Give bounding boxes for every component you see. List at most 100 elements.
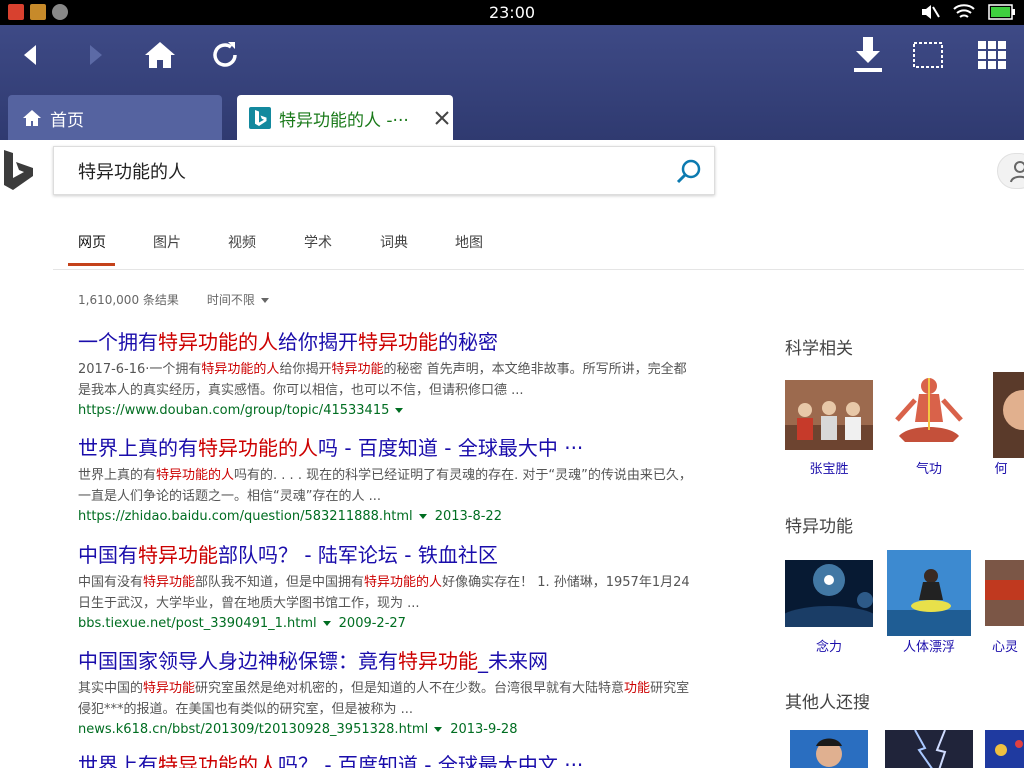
scope-tabs: 网页 图片 视频 学术 词典 地图 xyxy=(53,228,1024,270)
home-button[interactable] xyxy=(140,35,180,75)
result-title-text: 给你揭开 xyxy=(278,330,358,354)
menu-grid-button[interactable] xyxy=(972,35,1012,75)
results-meta: 1,610,000 条结果 时间不限 xyxy=(78,291,269,308)
back-button[interactable] xyxy=(10,35,50,75)
refresh-icon xyxy=(213,42,237,67)
result-title-text: 特异功能 xyxy=(138,543,218,567)
result-title-link[interactable]: 中国国家领导人身边神秘保镖：竟有特异功能_未来网 xyxy=(78,648,698,674)
result-title-text: 特异功能的人 xyxy=(158,753,278,768)
search-result: 世界上真的有特异功能的人吗 - 百度知道 - 全球最大中 ··· 世界上真的有特异… xyxy=(78,435,698,524)
forward-button[interactable] xyxy=(76,35,116,75)
search-icon[interactable] xyxy=(674,157,704,187)
result-date: 2009-2-27 xyxy=(338,616,406,631)
result-url[interactable]: https://zhidao.baidu.com/question/583211… xyxy=(78,509,698,524)
blue-banner-image xyxy=(985,730,1024,768)
result-snippet-text: 世界上真的有 xyxy=(78,468,157,483)
thumbnail-related-1[interactable] xyxy=(790,730,868,768)
result-title-link[interactable]: 一个拥有特异功能的人给你揭开特异功能的秘密 xyxy=(78,329,698,355)
result-url[interactable]: bbs.tiexue.net/post_3390491_1.html 2009-2… xyxy=(78,616,698,631)
result-snippet-text: 特异功能 xyxy=(143,681,196,696)
browser-toolbar: 首页 特异功能的人 -··· xyxy=(0,25,1024,141)
result-snippet-text: 特异功能 xyxy=(331,362,384,377)
search-input[interactable] xyxy=(78,157,658,185)
scope-videos[interactable]: 视频 xyxy=(228,232,256,252)
portrait-photo xyxy=(790,730,868,768)
mute-icon xyxy=(922,5,940,19)
thumbnail-related-3[interactable] xyxy=(985,730,1024,768)
chevron-down-icon[interactable] xyxy=(322,621,331,626)
result-title-text: 特异功能的人 xyxy=(198,436,318,460)
sidebar-item-label[interactable]: 念力 xyxy=(785,636,873,655)
thumbnail-telepathy[interactable] xyxy=(985,560,1024,626)
result-snippet-text: 功能 xyxy=(624,681,651,696)
result-title-text: 一个拥有 xyxy=(78,330,158,354)
scope-web[interactable]: 网页 xyxy=(78,232,106,252)
search-result: 中国有特异功能部队吗？ - 陆军论坛 - 铁血社区中国有没有特异功能部队我不知道… xyxy=(78,542,698,631)
result-url-text: https://www.douban.com/group/topic/41533… xyxy=(78,403,390,418)
search-result: 中国国家领导人身边神秘保镖：竟有特异功能_未来网 其实中国的特异功能研究室虽然是绝… xyxy=(78,648,698,737)
avatar[interactable] xyxy=(997,153,1024,189)
grid-icon xyxy=(978,41,1006,69)
fullscreen-button[interactable] xyxy=(908,35,948,75)
result-title-link[interactable]: 世界上真的有特异功能的人吗 - 百度知道 - 全球最大中 ··· xyxy=(78,435,698,461)
sidebar-item-label[interactable]: 何 xyxy=(971,458,1024,477)
scope-academic[interactable]: 学术 xyxy=(304,232,332,252)
sidebar-item-label[interactable]: 心灵 xyxy=(975,636,1024,655)
time-filter[interactable]: 时间不限 xyxy=(207,291,269,308)
download-button[interactable] xyxy=(848,35,888,75)
result-date: 2013-9-28 xyxy=(450,722,518,737)
result-url[interactable]: https://www.douban.com/group/topic/41533… xyxy=(78,403,698,418)
result-url-text: news.k618.cn/bbst/201309/t20130928_39513… xyxy=(78,722,429,737)
result-snippet: 2017-6-16·一个拥有特异功能的人给你揭开特异功能的秘密 首先声明，本文绝… xyxy=(78,359,698,401)
sidebar-item-label[interactable]: 气功 xyxy=(885,458,973,477)
close-icon[interactable] xyxy=(435,111,449,125)
chevron-down-icon[interactable] xyxy=(395,408,404,413)
thumbnail-levitation[interactable] xyxy=(887,550,971,636)
scope-images[interactable]: 图片 xyxy=(153,232,181,252)
people-photo xyxy=(785,380,873,450)
status-bar: 23:00 xyxy=(0,0,1024,25)
result-snippet-text: 2017-6-16·一个拥有 xyxy=(78,362,202,377)
chevron-down-icon[interactable] xyxy=(418,514,427,519)
thumbnail-telekinesis[interactable] xyxy=(785,560,873,627)
result-title-link[interactable]: 中国有特异功能部队吗？ - 陆军论坛 - 铁血社区 xyxy=(78,542,698,568)
refresh-button[interactable] xyxy=(205,35,245,75)
result-title-text: 部队吗？ - 陆军论坛 - 铁血社区 xyxy=(218,543,498,567)
download-icon xyxy=(854,37,882,72)
sidebar-item-label[interactable]: 人体漂浮 xyxy=(885,636,973,655)
result-snippet: 世界上真的有特异功能的人吗有的. . . . 现在的科学已经证明了有灵魂的存在.… xyxy=(78,465,698,507)
bing-icon xyxy=(249,107,271,129)
bing-logo-icon[interactable] xyxy=(4,150,36,190)
scope-dictionary[interactable]: 词典 xyxy=(380,232,408,252)
result-snippet-text: 特异功能的人 xyxy=(156,468,235,483)
result-url[interactable]: news.k618.cn/bbst/201309/t20130928_39513… xyxy=(78,722,698,737)
thumbnail-qigong[interactable] xyxy=(885,370,973,458)
chevron-down-icon[interactable] xyxy=(434,727,443,732)
result-snippet-text: 其实中国的 xyxy=(78,681,144,696)
chevron-down-icon xyxy=(260,298,269,303)
telepathy-image xyxy=(985,560,1024,626)
result-snippet-text: 部队我不知道，但是中国拥有 xyxy=(195,575,365,590)
tab-search-result[interactable]: 特异功能的人 -··· xyxy=(237,95,453,141)
result-title-text: 的秘密 xyxy=(438,330,498,354)
thumbnail-related-2[interactable] xyxy=(885,730,973,768)
thumbnail-zhang-baosheng[interactable] xyxy=(785,380,873,450)
scope-maps[interactable]: 地图 xyxy=(455,232,483,252)
levitation-image xyxy=(887,550,971,636)
result-snippet-text: 特异功能的人 xyxy=(201,362,280,377)
home-icon xyxy=(23,110,41,126)
sidebar-item-label[interactable]: 张宝胜 xyxy=(785,458,873,477)
battery-icon xyxy=(988,4,1015,20)
result-snippet-text: 特异功能的人 xyxy=(364,575,443,590)
sidebar-section-title: 科学相关 xyxy=(785,339,853,359)
result-snippet: 中国有没有特异功能部队我不知道，但是中国拥有特异功能的人好像确实存在！ 1. 孙… xyxy=(78,572,698,614)
active-scope-indicator xyxy=(68,263,115,266)
result-title-link[interactable]: 世界上有特异功能的人吗？ - 百度知道 - 全球最大中文 ··· xyxy=(78,752,698,768)
user-icon xyxy=(1010,161,1024,183)
tab-home[interactable]: 首页 xyxy=(8,95,222,141)
result-title-text: 特异功能 xyxy=(358,330,438,354)
result-title-text: 吗？ - 百度知道 - 全球最大中文 ··· xyxy=(278,753,584,768)
thumbnail-he[interactable] xyxy=(993,372,1024,458)
result-url-text: https://zhidao.baidu.com/question/583211… xyxy=(78,509,413,524)
search-box xyxy=(53,146,715,195)
